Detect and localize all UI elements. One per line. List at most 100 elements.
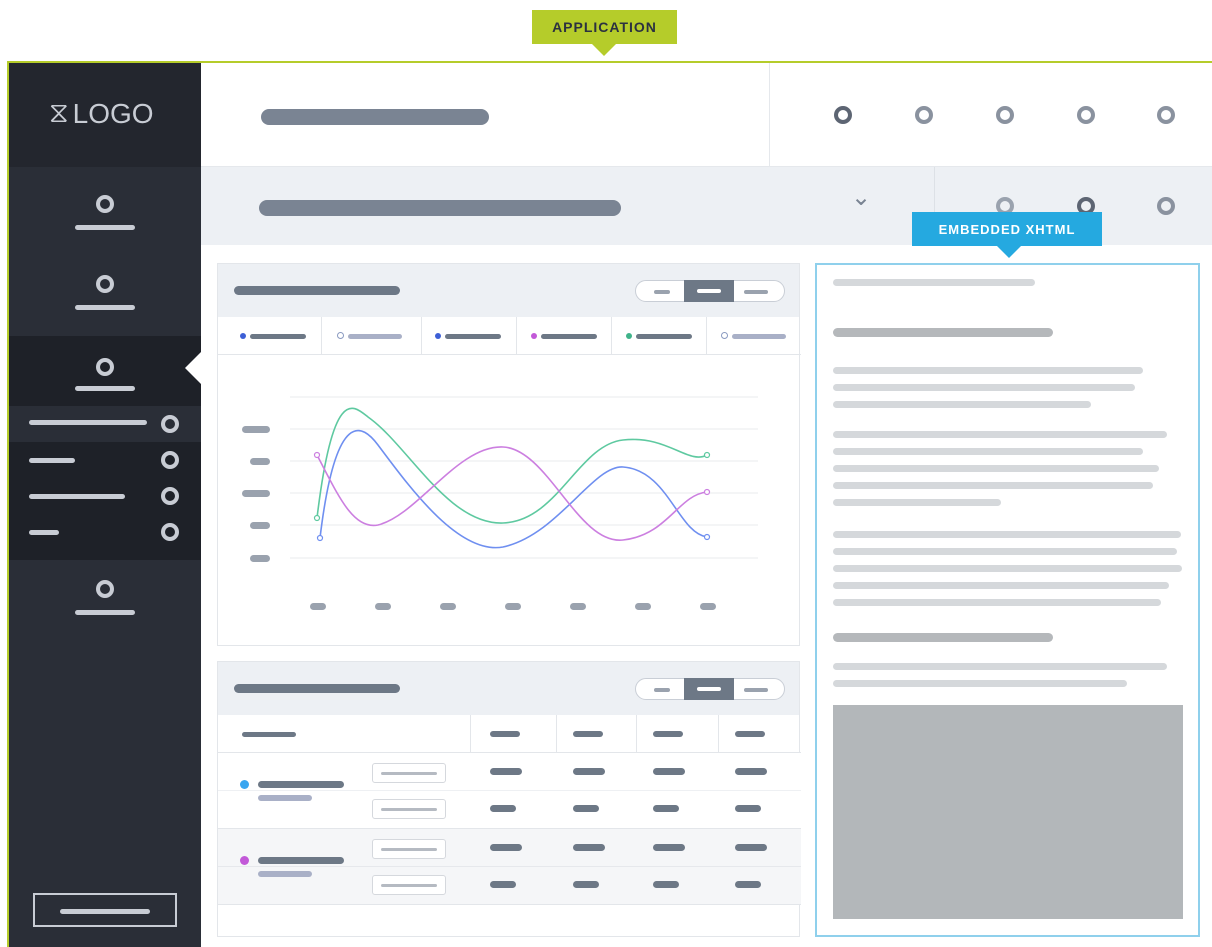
line-chart — [242, 396, 758, 610]
table-row[interactable] — [218, 829, 801, 905]
doc-line — [833, 599, 1161, 606]
submenu-item[interactable] — [9, 514, 201, 550]
doc-line — [833, 499, 1001, 506]
doc-line — [833, 565, 1182, 572]
submenu-item-selected[interactable] — [9, 406, 201, 442]
series-green-line — [316, 407, 708, 524]
x-tick-placeholder — [700, 603, 716, 610]
row-tag[interactable] — [372, 875, 446, 895]
doc-line — [833, 279, 1035, 286]
doc-heading — [833, 328, 1053, 337]
cell-value-placeholder — [573, 844, 605, 851]
submenu — [9, 406, 201, 560]
header-action-icon[interactable] — [1157, 106, 1175, 124]
logo-icon: ⧖ — [49, 97, 69, 128]
column-header-placeholder[interactable] — [573, 731, 603, 737]
toggle-option-1[interactable] — [654, 688, 670, 692]
sidebar-button[interactable] — [33, 893, 177, 927]
sidebar-item-4[interactable] — [9, 560, 201, 644]
column-header-placeholder[interactable] — [242, 732, 296, 737]
column-header-placeholder[interactable] — [735, 731, 765, 737]
doc-line — [833, 384, 1135, 391]
legend-label-placeholder — [732, 334, 786, 339]
row-tag[interactable] — [372, 799, 446, 819]
row-tag[interactable] — [372, 763, 446, 783]
embedded-xhtml-tag: EMBEDDED XHTML — [912, 212, 1102, 246]
header-title-placeholder — [261, 109, 489, 125]
y-tick-placeholder — [242, 426, 270, 433]
table-row[interactable] — [218, 753, 801, 829]
doc-line — [833, 367, 1143, 374]
x-tick-placeholder — [440, 603, 456, 610]
table-title-placeholder — [234, 684, 400, 693]
toggle-option-3[interactable] — [744, 688, 768, 692]
column-header-placeholder[interactable] — [653, 731, 683, 737]
header-action-icon-active[interactable] — [834, 106, 852, 124]
toggle-option-2-selected[interactable] — [684, 678, 734, 700]
submenu-item[interactable] — [9, 442, 201, 478]
x-tick-placeholder — [570, 603, 586, 610]
column-divider — [470, 715, 471, 753]
legend-divider — [321, 317, 322, 355]
cell-value-placeholder — [490, 768, 522, 775]
legend-swatch-outline — [721, 332, 728, 339]
row-subdivider — [218, 866, 801, 867]
sidebar-item-2[interactable] — [9, 251, 201, 335]
legend-label-placeholder — [445, 334, 501, 339]
row-subdivider — [218, 790, 801, 791]
doc-line — [833, 401, 1091, 408]
row-name-placeholder — [258, 857, 344, 864]
legend-swatch-green — [626, 333, 632, 339]
column-divider — [636, 715, 637, 753]
active-pointer — [185, 352, 201, 384]
column-header-placeholder[interactable] — [490, 731, 520, 737]
nav-label-placeholder — [75, 225, 135, 230]
nav-dot-icon — [96, 580, 114, 598]
cell-value-placeholder — [653, 881, 679, 888]
nav-label-placeholder — [75, 386, 135, 391]
image-placeholder — [833, 705, 1183, 919]
subheader-title-placeholder — [259, 200, 621, 216]
cell-value-placeholder — [573, 805, 599, 812]
toggle-option-3[interactable] — [744, 290, 768, 294]
series-blue-endpoint — [316, 534, 324, 542]
cell-value-placeholder — [735, 805, 761, 812]
chart-title-placeholder — [234, 286, 400, 295]
cell-value-placeholder — [490, 805, 516, 812]
header-action-icon[interactable] — [915, 106, 933, 124]
doc-line — [833, 663, 1167, 670]
subheader-action-icon[interactable] — [1157, 197, 1175, 215]
legend-swatch-blue-filled — [240, 333, 246, 339]
x-tick-placeholder — [310, 603, 326, 610]
column-divider — [556, 715, 557, 753]
view-toggle[interactable] — [635, 678, 785, 700]
submenu-item[interactable] — [9, 478, 201, 514]
series-green-endpoint — [703, 451, 711, 459]
legend-divider — [611, 317, 612, 355]
legend-swatch-blue — [435, 333, 441, 339]
header-action-icon[interactable] — [996, 106, 1014, 124]
chart-panel-header — [218, 264, 799, 317]
view-toggle[interactable] — [635, 280, 785, 302]
row-tag[interactable] — [372, 839, 446, 859]
toggle-option-2-selected[interactable] — [684, 280, 734, 302]
logo-area: ⧖ LOGO — [9, 63, 201, 167]
table-panel — [217, 661, 801, 937]
header-divider — [769, 63, 770, 167]
logo[interactable]: ⧖ LOGO — [49, 97, 154, 130]
toggle-option-label — [697, 687, 721, 691]
sidebar-item-1[interactable] — [9, 167, 201, 251]
toggle-option-1[interactable] — [654, 290, 670, 294]
y-tick-placeholder — [250, 458, 270, 465]
nav-dot-icon — [96, 275, 114, 293]
submenu-label-placeholder — [29, 530, 59, 535]
nav-dot-icon — [96, 195, 114, 213]
series-purple-endpoint — [313, 451, 321, 459]
chevron-down-icon[interactable]: ⌄ — [849, 185, 873, 209]
sidebar-item-3-active[interactable] — [9, 336, 201, 406]
header-action-icon[interactable] — [1077, 106, 1095, 124]
toggle-option-label — [697, 289, 721, 293]
chart-panel — [217, 263, 801, 646]
cell-value-placeholder — [653, 844, 685, 851]
row-name-placeholder — [258, 781, 344, 788]
